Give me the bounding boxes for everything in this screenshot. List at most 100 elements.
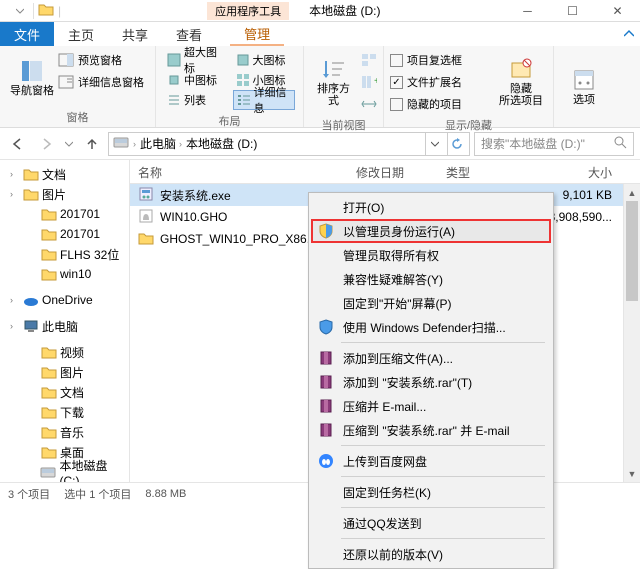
folder-icon: [41, 425, 57, 439]
tree-item[interactable]: 视频: [2, 342, 127, 362]
context-menu-item[interactable]: 管理员取得所有权: [311, 243, 551, 267]
status-size: 8.88 MB: [145, 488, 186, 500]
ribbon-collapse-button[interactable]: [618, 22, 640, 46]
vertical-scrollbar[interactable]: ▲ ▼: [623, 184, 640, 482]
search-icon: [614, 136, 627, 152]
column-headers: 名称 修改日期 类型 大小: [130, 160, 640, 184]
layout-xlarge[interactable]: 超大图标: [164, 50, 227, 70]
folder-icon: [41, 365, 57, 379]
close-button[interactable]: ✕: [595, 0, 640, 22]
tree-item[interactable]: ›图片: [2, 184, 127, 204]
status-item-count: 3 个项目: [8, 486, 50, 502]
blank-icon: [317, 545, 335, 563]
preview-pane-button[interactable]: 预览窗格: [58, 50, 144, 70]
scrollbar-thumb[interactable]: [626, 201, 638, 301]
context-menu-item[interactable]: 添加到压缩文件(A)...: [311, 346, 551, 370]
file-ext-toggle[interactable]: ✓文件扩展名: [390, 72, 495, 92]
rar-icon: [317, 373, 335, 391]
nav-tree[interactable]: ›文档›图片201701201701FLHS 32位win10›OneDrive…: [0, 160, 130, 482]
path-box[interactable]: › 此电脑› 本地磁盘 (D:): [108, 132, 470, 156]
nav-pane-button[interactable]: 导航窗格: [6, 48, 58, 108]
sort-button[interactable]: 排序方式: [310, 48, 357, 116]
tab-manage[interactable]: 管理: [230, 22, 284, 46]
tree-item[interactable]: 201701: [2, 204, 127, 224]
tree-item[interactable]: 201701: [2, 224, 127, 244]
qat-dropdown[interactable]: [6, 3, 34, 19]
tree-item[interactable]: ›此电脑: [2, 316, 127, 336]
menu-separator: [341, 445, 545, 446]
menu-separator: [341, 507, 545, 508]
tree-item[interactable]: 本地磁盘 (C:): [2, 462, 127, 482]
tree-item[interactable]: 下载: [2, 402, 127, 422]
hide-selected-button[interactable]: 隐藏 所选项目: [495, 48, 547, 116]
search-placeholder: 搜索"本地磁盘 (D:)": [481, 135, 585, 152]
item-checkboxes-toggle[interactable]: 项目复选框: [390, 50, 495, 70]
shield-blue-icon: [317, 318, 335, 336]
context-menu-item[interactable]: 压缩到 "安装系统.rar" 并 E-mail: [311, 418, 551, 442]
crumb-root[interactable]: ›: [133, 139, 136, 149]
context-menu-item[interactable]: 还原以前的版本(V): [311, 542, 551, 566]
tree-item[interactable]: 音乐: [2, 422, 127, 442]
tree-item[interactable]: ›文档: [2, 164, 127, 184]
sizecols-icon[interactable]: [361, 94, 377, 114]
minimize-button[interactable]: ─: [505, 0, 550, 22]
address-bar: › 此电脑› 本地磁盘 (D:) 搜索"本地磁盘 (D:)": [0, 128, 640, 160]
tree-item[interactable]: 文档: [2, 382, 127, 402]
context-menu-item[interactable]: 通过QQ发送到: [311, 511, 551, 535]
context-menu-item[interactable]: 兼容性疑难解答(Y): [311, 267, 551, 291]
exe-icon: [138, 186, 154, 205]
context-menu-item[interactable]: 固定到"开始"屏幕(P): [311, 291, 551, 315]
details-pane-button[interactable]: 详细信息窗格: [58, 72, 144, 92]
layout-details[interactable]: 详细信息: [233, 90, 296, 110]
title-bar: | 应用程序工具 本地磁盘 (D:) ─ ☐ ✕: [0, 0, 640, 22]
shield-icon: [317, 222, 335, 240]
tab-share[interactable]: 共享: [108, 22, 162, 46]
folder-icon: [41, 227, 57, 241]
layout-list[interactable]: 列表: [164, 90, 227, 110]
pc-icon: [23, 319, 39, 333]
svg-text:+: +: [374, 76, 377, 87]
blank-icon: [317, 270, 335, 288]
tree-item[interactable]: 图片: [2, 362, 127, 382]
tab-view[interactable]: 查看: [162, 22, 216, 46]
context-menu-item[interactable]: 打开(O): [311, 195, 551, 219]
search-box[interactable]: 搜索"本地磁盘 (D:)": [474, 132, 634, 156]
context-menu-item[interactable]: 上传到百度网盘: [311, 449, 551, 473]
col-type[interactable]: 类型: [438, 160, 528, 183]
menu-separator: [341, 538, 545, 539]
tab-file[interactable]: 文件: [0, 22, 54, 46]
context-menu-item[interactable]: 压缩并 E-mail...: [311, 394, 551, 418]
col-name[interactable]: 名称: [130, 160, 348, 183]
folder-icon: [41, 445, 57, 459]
context-menu-item[interactable]: 以管理员身份运行(A): [311, 219, 551, 243]
tree-item[interactable]: ›OneDrive: [2, 290, 127, 310]
up-button[interactable]: [80, 132, 104, 156]
layout-medium[interactable]: 中图标: [164, 70, 227, 90]
context-menu-item[interactable]: 使用 Windows Defender扫描...: [311, 315, 551, 339]
context-menu-item[interactable]: 固定到任务栏(K): [311, 480, 551, 504]
col-size[interactable]: 大小: [528, 160, 640, 183]
folder-icon: [38, 2, 54, 19]
groupby-icon[interactable]: [361, 50, 377, 70]
ribbon-body: 导航窗格 预览窗格 详细信息窗格 窗格 超大图标 大图标 中图标 小图标 列表 …: [0, 46, 640, 128]
back-button[interactable]: [6, 132, 30, 156]
tab-home[interactable]: 主页: [54, 22, 108, 46]
maximize-button[interactable]: ☐: [550, 0, 595, 22]
options-button[interactable]: 选项: [560, 48, 608, 125]
hidden-items-toggle[interactable]: 隐藏的项目: [390, 94, 495, 114]
context-menu-item[interactable]: 添加到 "安装系统.rar"(T): [311, 370, 551, 394]
tree-item[interactable]: win10: [2, 264, 127, 284]
crumb-this-pc[interactable]: 此电脑›: [140, 135, 182, 152]
rar-icon: [317, 349, 335, 367]
path-dropdown[interactable]: [425, 133, 443, 155]
recent-button[interactable]: [62, 132, 76, 156]
refresh-button[interactable]: [447, 133, 465, 155]
col-date[interactable]: 修改日期: [348, 160, 438, 183]
forward-button[interactable]: [34, 132, 58, 156]
layout-large[interactable]: 大图标: [233, 50, 296, 70]
blank-icon: [317, 198, 335, 216]
tree-item[interactable]: FLHS 32位: [2, 244, 127, 264]
addcol-icon[interactable]: +: [361, 72, 377, 92]
blank-icon: [317, 246, 335, 264]
crumb-volume[interactable]: 本地磁盘 (D:): [186, 135, 257, 152]
